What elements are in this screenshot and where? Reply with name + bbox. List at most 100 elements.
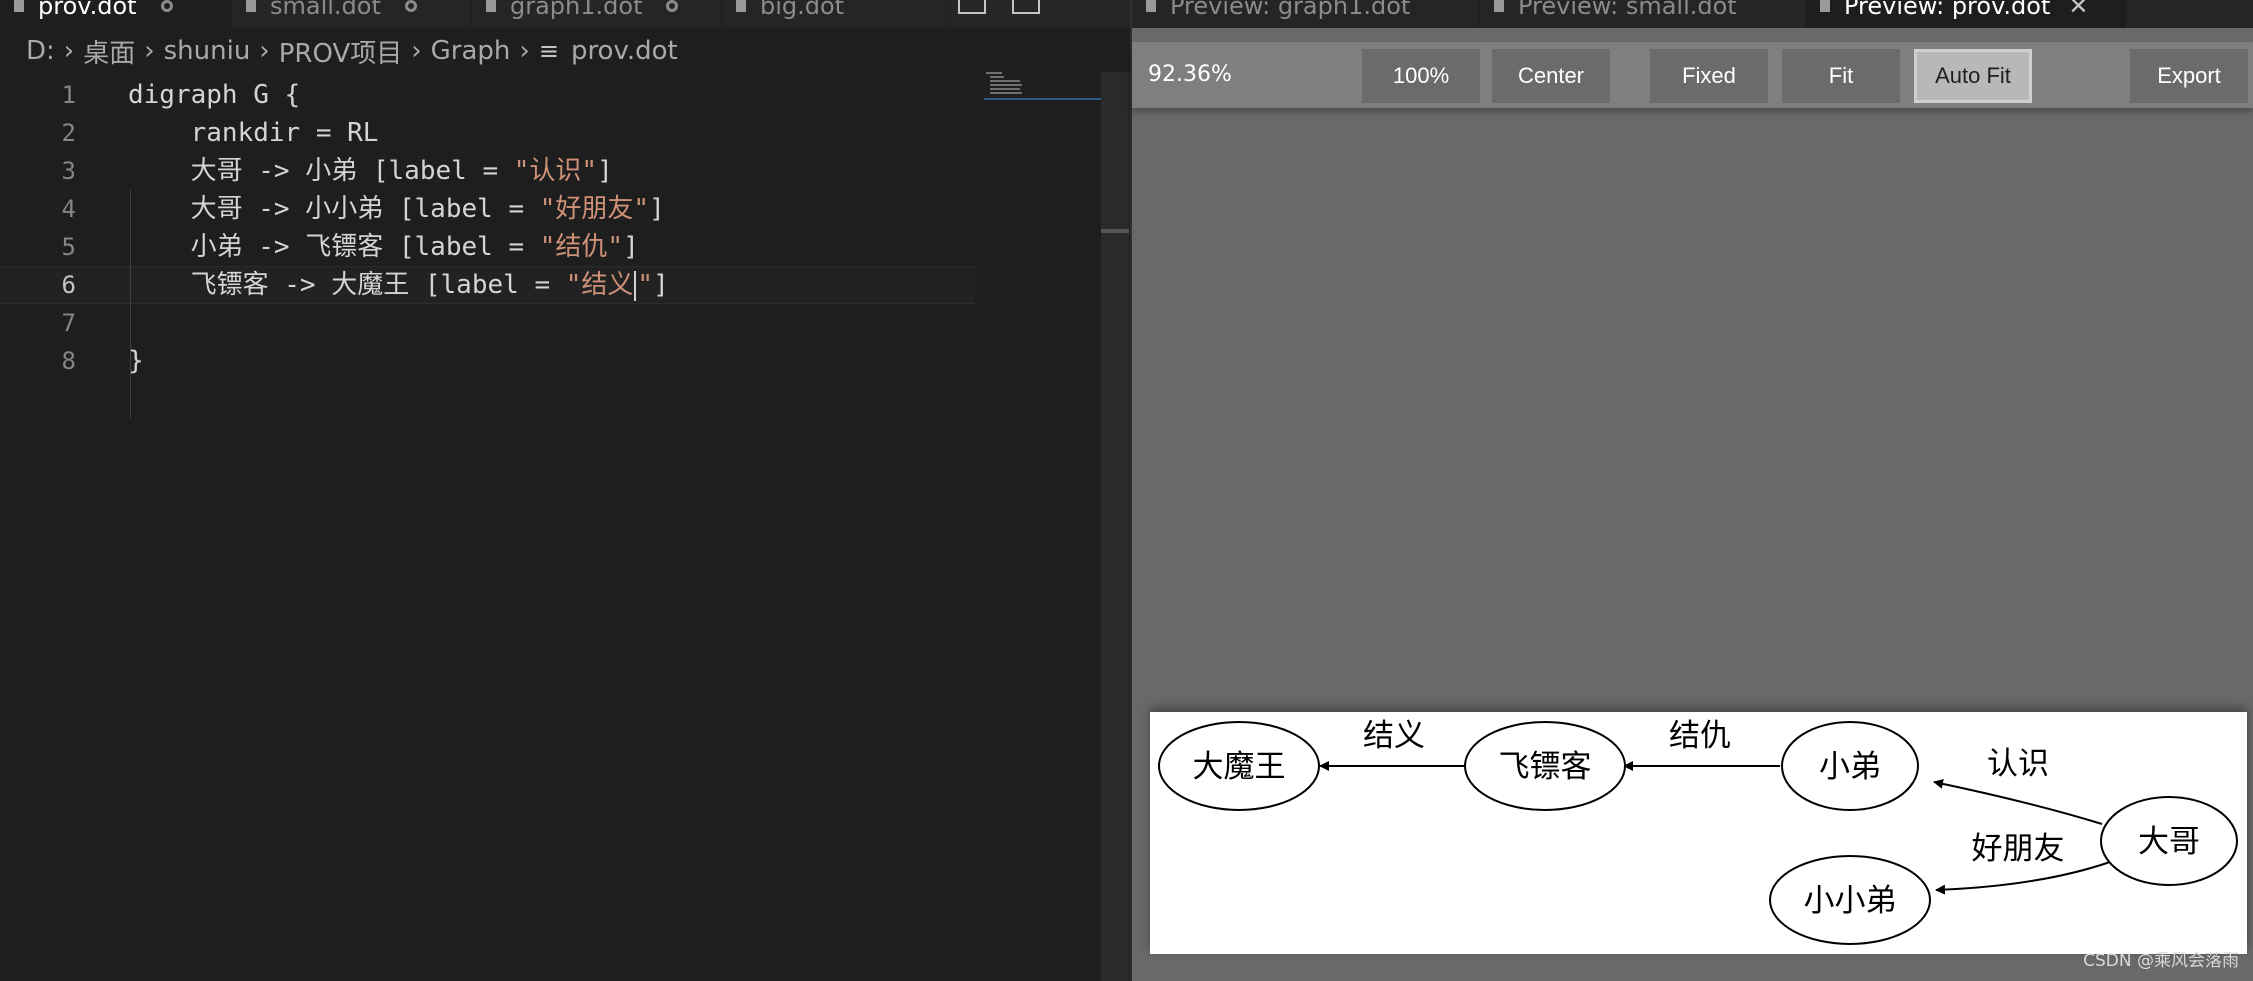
tab-preview-graph1[interactable]: Preview: graph1.dot — [1132, 0, 1480, 28]
tab-prov-dot[interactable]: prov.dot — [0, 0, 232, 28]
preview-pane: Preview: graph1.dot Preview: small.dot P… — [1130, 0, 2253, 981]
breadcrumb-item[interactable]: Graph — [431, 36, 511, 66]
graph-diagram: 大魔王 飞镖客 小弟 大哥 小小弟 结义 结仇 认识 好朋友 — [1158, 718, 2238, 945]
unsaved-dot-icon[interactable] — [160, 0, 173, 12]
edge-label: 结义 — [1363, 718, 1425, 754]
code-line[interactable]: 7 — [0, 304, 980, 342]
code-text: ] — [649, 194, 665, 224]
line-text: 大哥 -> 小小弟 [label = "好朋友"] — [128, 190, 665, 228]
code-line-current[interactable]: 6 飞镖客 -> 大魔王 [label = "结义 "] — [0, 266, 975, 304]
preview-file-icon — [1146, 0, 1156, 12]
code-text: 大哥 -> 小弟 [label = — [128, 156, 514, 186]
code-text: 小弟 -> 飞镖客 [label = — [128, 232, 540, 262]
editor-actions — [958, 0, 1040, 14]
line-number: 3 — [61, 157, 76, 185]
node-label: 大魔王 — [1193, 749, 1286, 785]
file-icon — [486, 0, 496, 12]
unsaved-dot-icon[interactable] — [666, 0, 679, 12]
minimap-line — [990, 80, 1020, 82]
file-icon — [14, 0, 24, 12]
chevron-right-icon: › — [259, 36, 270, 66]
tab-label: small.dot — [270, 0, 381, 20]
minimap[interactable] — [984, 72, 1104, 102]
breadcrumb-item[interactable]: 桌面 — [83, 33, 135, 70]
split-editor-icon[interactable] — [1012, 0, 1040, 14]
tab-label: prov.dot — [38, 0, 137, 20]
minimap-line — [990, 76, 1004, 78]
breadcrumb-item[interactable]: PROV项目 — [279, 33, 403, 70]
chevron-right-icon: › — [519, 36, 530, 66]
zoom-100-button[interactable]: 100% — [1362, 49, 1480, 103]
code-text: ] — [597, 156, 613, 186]
tab-preview-small[interactable]: Preview: small.dot — [1480, 0, 1806, 28]
tab-label: Preview: prov.dot — [1844, 0, 2051, 20]
code-line[interactable]: 4 大哥 -> 小小弟 [label = "好朋友"] — [0, 190, 980, 228]
string-literal: "认识" — [513, 156, 598, 186]
file-lines-icon: ≡ — [538, 37, 559, 65]
code-line[interactable]: 5 小弟 -> 飞镖客 [label = "结仇"] — [0, 228, 980, 266]
minimap-line — [986, 72, 1002, 74]
preview-file-icon — [1494, 0, 1504, 12]
line-number: 6 — [61, 271, 76, 299]
edge-label: 结仇 — [1669, 718, 1731, 754]
vertical-scrollbar[interactable] — [1101, 72, 1129, 981]
unsaved-dot-icon[interactable] — [404, 0, 417, 12]
code-text: ] — [653, 270, 669, 300]
string-literal: "结义 — [565, 270, 634, 300]
code-line[interactable]: 2 rankdir = RL — [0, 114, 980, 152]
preview-toolbar: 92.36% 100% Center Fixed Fit Auto Fit Ex… — [1132, 42, 2253, 108]
line-number: 8 — [61, 347, 76, 375]
watermark: CSDN @乘风会落雨 — [2083, 951, 2239, 971]
string-literal: "好朋友" — [539, 194, 650, 224]
code-line[interactable]: 8 } — [0, 342, 980, 380]
code-line[interactable]: 1 digraph G { — [0, 76, 980, 114]
minimap-viewport[interactable] — [984, 98, 1102, 100]
line-text: 小弟 -> 飞镖客 [label = "结仇"] — [128, 228, 639, 266]
edge-dage-xiaodi — [1933, 778, 2103, 825]
fixed-button[interactable]: Fixed — [1650, 49, 1768, 103]
minimap-line — [990, 88, 1020, 90]
line-number: 7 — [61, 309, 76, 337]
string-literal: " — [637, 270, 654, 300]
chevron-right-icon: › — [144, 36, 155, 66]
code-text: ] — [623, 232, 639, 262]
line-text: digraph G { — [128, 80, 301, 110]
tab-label: Preview: small.dot — [1518, 0, 1737, 20]
line-text: 大哥 -> 小弟 [label = "认识"] — [128, 152, 613, 190]
breadcrumb-item[interactable]: D: — [26, 36, 55, 66]
close-icon[interactable]: ✕ — [2068, 0, 2088, 20]
edge-label: 好朋友 — [1972, 831, 2065, 867]
line-text: 飞镖客 -> 大魔王 [label = "结义 "] — [128, 266, 669, 304]
chevron-right-icon: › — [63, 36, 75, 66]
breadcrumb-item[interactable]: shuniu — [164, 36, 251, 66]
code-text: 飞镖客 -> 大魔王 [label = — [128, 270, 566, 300]
code-line[interactable]: 3 大哥 -> 小弟 [label = "认识"] — [0, 152, 980, 190]
line-number: 1 — [61, 81, 76, 109]
open-preview-icon[interactable] — [958, 0, 986, 14]
node-label: 大哥 — [2138, 824, 2200, 860]
fit-button[interactable]: Fit — [1782, 49, 1900, 103]
graph-canvas[interactable]: 大魔王 飞镖客 小弟 大哥 小小弟 结义 结仇 认识 好朋友 — [1150, 712, 2247, 954]
tab-graph1-dot[interactable]: graph1.dot — [472, 0, 722, 28]
string-literal: "结仇" — [539, 232, 624, 262]
breadcrumb-item[interactable]: prov.dot — [571, 36, 678, 66]
preview-file-icon — [1820, 0, 1830, 12]
line-text: rankdir = RL — [128, 118, 379, 148]
editor-tab-bar: prov.dot small.dot graph1.dot big.dot — [0, 0, 1130, 28]
tab-label: Preview: graph1.dot — [1170, 0, 1411, 20]
node-label: 小小弟 — [1804, 883, 1897, 919]
code-text: 大哥 -> 小小弟 [label = — [128, 194, 540, 224]
tab-label: graph1.dot — [510, 0, 643, 20]
tab-preview-prov[interactable]: Preview: prov.dot ✕ — [1806, 0, 2126, 28]
auto-fit-button[interactable]: Auto Fit — [1914, 49, 2032, 103]
code-editor[interactable]: 1 digraph G { 2 rankdir = RL 3 大哥 -> 小弟 … — [0, 76, 980, 418]
minimap-line — [990, 84, 1022, 86]
zoom-level: 92.36% — [1148, 62, 1232, 87]
center-button[interactable]: Center — [1492, 49, 1610, 103]
scroll-thumb[interactable] — [1101, 229, 1129, 233]
export-button[interactable]: Export — [2130, 49, 2248, 103]
tab-big-dot[interactable]: big.dot — [722, 0, 950, 28]
breadcrumb: D: › 桌面 › shuniu › PROV项目 › Graph › ≡ pr… — [26, 33, 678, 70]
tab-label: big.dot — [760, 0, 845, 20]
tab-small-dot[interactable]: small.dot — [232, 0, 472, 28]
